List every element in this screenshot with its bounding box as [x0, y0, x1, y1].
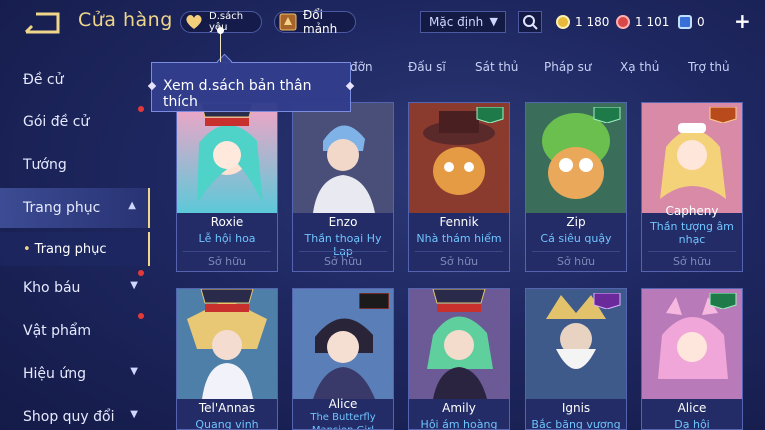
sidebar-item-label: Gói đề cử — [23, 114, 90, 130]
chevron-down-icon: ▼ — [489, 15, 498, 28]
hero-name: Enzo — [328, 215, 358, 229]
hero-name: Zip — [566, 215, 586, 229]
limited-badge-icon — [709, 293, 737, 309]
hero-name: Roxie — [210, 215, 244, 229]
hero-name: Fennik — [439, 215, 479, 229]
chevron-down-icon: ▼ — [130, 409, 138, 420]
sidebar: Đề cử Gói đề cử Tướng Trang phục ▲ Trang… — [0, 60, 150, 430]
sidebar-item-label: Trang phục — [23, 200, 101, 216]
skin-card[interactable]: Fennik Nhà thám hiểm Sở hữu — [408, 102, 510, 272]
sidebar-item-skins[interactable]: Trang phục ▲ — [0, 188, 150, 228]
search-icon — [523, 15, 538, 30]
tab-fighter[interactable]: Đấu sĩ — [408, 60, 446, 74]
hero-name: Tel'Annas — [198, 401, 256, 415]
tab-tank[interactable]: đỡn — [350, 60, 373, 74]
tab-assassin[interactable]: Sát thủ — [475, 60, 518, 74]
shard-icon — [279, 13, 297, 31]
skin-name: Thần tượng âm nhạc — [650, 220, 734, 246]
sidebar-item-recommended[interactable]: Đề cử — [0, 60, 150, 100]
owned-status: Sở hữu — [648, 251, 736, 268]
tooltip-connector — [217, 27, 224, 62]
hero-name: Amily — [442, 401, 476, 415]
skin-name: Hội ám hoàng — [420, 418, 498, 430]
skin-name: Quang vinh — [195, 418, 259, 430]
sort-value: Mặc định — [429, 15, 484, 29]
skin-card[interactable]: Roxie Lễ hội hoa Sở hữu — [176, 102, 278, 272]
page-title: Cửa hàng — [78, 9, 173, 31]
limited-badge-icon — [476, 107, 504, 123]
skin-name: Bắc băng vương — [531, 418, 621, 430]
sidebar-subitem-label: Trang phục — [34, 241, 107, 257]
favorites-tooltip: Xem d.sách bản thân thích — [147, 62, 355, 112]
shard-label: Đổi mảnh — [303, 8, 338, 36]
tab-mage[interactable]: Pháp sư — [544, 60, 591, 74]
exchange-shards-button[interactable]: Đổi mảnh — [274, 8, 356, 36]
favorites-label: D.sách yêu — [209, 11, 244, 33]
search-button[interactable] — [518, 11, 542, 33]
owned-status: Sở hữu — [532, 251, 620, 268]
skin-name: Dạ hội — [674, 418, 710, 430]
skin-card[interactable]: Amily Hội ám hoàng — [408, 288, 510, 430]
skin-name: Nhà thám hiểm — [416, 232, 502, 245]
hero-name: Capheny — [665, 204, 719, 218]
sidebar-item-items[interactable]: Vật phẩm — [0, 311, 150, 351]
sort-dropdown[interactable]: Mặc định ▼ — [420, 11, 506, 33]
sidebar-item-effects[interactable]: Hiệu ứng ▼ — [0, 354, 150, 394]
ruby-value: 1 101 — [635, 15, 670, 29]
ruby-icon — [616, 15, 630, 29]
skin-name: Lễ hội hoa — [198, 232, 256, 245]
limited-badge-icon — [593, 293, 621, 309]
sidebar-item-label: Tướng — [23, 157, 67, 173]
sidebar-item-label: Vật phẩm — [23, 323, 92, 339]
voucher-currency: 0 — [678, 11, 705, 33]
season-rank-badge — [197, 289, 257, 315]
sidebar-item-label: Hiệu ứng — [23, 366, 86, 382]
owned-status: Sở hữu — [183, 251, 271, 268]
gold-coin-icon — [556, 15, 570, 29]
chevron-down-icon: ▼ — [130, 280, 138, 291]
sidebar-item-treasure[interactable]: Kho báu ▼ — [0, 268, 150, 308]
hero-name: Alice — [677, 401, 707, 415]
ruby-currency: 1 101 — [616, 11, 669, 33]
skin-card[interactable]: Zip Cá siêu quậy Sở hữu — [525, 102, 627, 272]
sidebar-item-label: Đề cử — [23, 72, 64, 88]
skin-name: Cá siêu quậy — [540, 232, 612, 245]
skin-card[interactable]: Alice The Butterfly Mansion Girl — [292, 288, 394, 430]
skin-name: The Butterfly Mansion Girl — [310, 412, 376, 429]
owned-status: Sở hữu — [415, 251, 503, 268]
chevron-down-icon: ▼ — [130, 366, 138, 377]
tooltip-corner-ornament — [345, 81, 355, 91]
collab-logo-icon — [359, 293, 389, 309]
owned-status: Sở hữu — [299, 251, 387, 268]
skin-card[interactable]: Enzo Thần thoại Hy Lạp Sở hữu — [292, 102, 394, 272]
season-rank-badge — [429, 289, 489, 315]
limited-badge-icon — [593, 107, 621, 123]
hero-name: Ignis — [561, 401, 591, 415]
back-arrow-icon[interactable] — [22, 10, 62, 36]
skin-card[interactable]: Capheny Thần tượng âm nhạc Sở hữu — [641, 102, 743, 272]
add-currency-button[interactable]: + — [734, 9, 751, 33]
sidebar-item-exchange-shop[interactable]: Shop quy đổi ▼ — [0, 397, 150, 430]
voucher-value: 0 — [697, 15, 705, 29]
tab-marksman[interactable]: Xạ thủ — [620, 60, 659, 74]
voucher-icon — [678, 15, 692, 29]
limited-badge-icon — [709, 107, 737, 123]
sidebar-subitem-skins[interactable]: Trang phục — [0, 232, 150, 266]
skin-card[interactable]: Ignis Bắc băng vương — [525, 288, 627, 430]
gold-currency: 1 180 — [556, 11, 609, 33]
skin-card[interactable]: Alice Dạ hội — [641, 288, 743, 430]
chevron-up-icon: ▲ — [128, 200, 136, 211]
skin-card[interactable]: Tel'Annas Quang vinh — [176, 288, 278, 430]
skin-portrait — [293, 103, 393, 213]
tooltip-text: Xem d.sách bản thân thích — [163, 78, 312, 110]
sidebar-item-label: Shop quy đổi — [23, 409, 115, 425]
hero-name: Alice — [328, 397, 358, 411]
gold-value: 1 180 — [575, 15, 610, 29]
heart-icon — [186, 14, 202, 29]
tab-support[interactable]: Trợ thủ — [688, 60, 730, 74]
sidebar-item-label: Kho báu — [23, 280, 81, 296]
top-bar: Cửa hàng D.sách yêu Đổi mảnh Mặc định ▼ … — [0, 0, 765, 44]
sidebar-item-recommended-packs[interactable]: Gói đề cử — [0, 102, 150, 142]
sidebar-item-heroes[interactable]: Tướng — [0, 145, 150, 185]
